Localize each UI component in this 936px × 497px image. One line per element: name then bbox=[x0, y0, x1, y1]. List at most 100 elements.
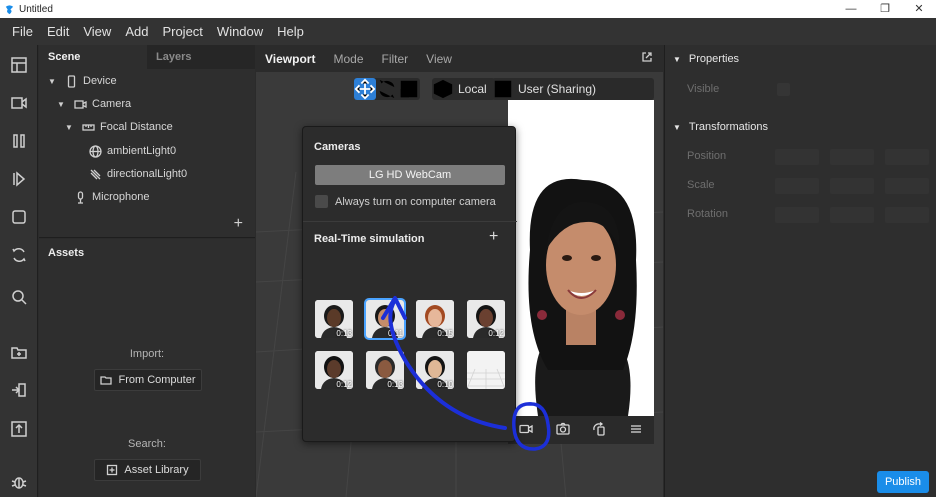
menu-view[interactable]: View bbox=[77, 24, 117, 39]
tree-label: Device bbox=[83, 75, 117, 87]
simulation-thumbnail[interactable]: 0:11 bbox=[364, 298, 406, 340]
menu-window[interactable]: Window bbox=[211, 24, 269, 39]
transform-value-field[interactable] bbox=[830, 178, 874, 194]
tree-label: Microphone bbox=[92, 191, 150, 203]
tab-viewport[interactable]: Viewport bbox=[256, 52, 324, 66]
transform-value-field[interactable] bbox=[830, 207, 874, 223]
tree-item-camera[interactable]: ▼ Camera bbox=[57, 93, 131, 115]
cameras-popup: Cameras LG HD WebCam Always turn on comp… bbox=[302, 126, 517, 442]
transformations-section-header[interactable]: ▼ Transformations bbox=[673, 121, 768, 133]
tree-item-device[interactable]: ▼ Device bbox=[48, 70, 117, 92]
simulation-thumbnail[interactable]: 0:15 bbox=[416, 300, 454, 338]
simulation-thumbnail[interactable]: 0:12 bbox=[467, 300, 505, 338]
caret-down-icon[interactable]: ▼ bbox=[65, 123, 75, 132]
focal-distance-icon bbox=[81, 120, 95, 134]
popout-icon[interactable] bbox=[641, 51, 653, 66]
empty-scene-thumbnail[interactable] bbox=[467, 351, 505, 389]
transform-value-field[interactable] bbox=[885, 149, 929, 165]
tree-item-microphone[interactable]: Microphone bbox=[73, 186, 149, 208]
app-logo-icon bbox=[5, 4, 14, 14]
always-on-checkbox[interactable]: Always turn on computer camera bbox=[315, 195, 496, 208]
menu-bar: File Edit View Add Project Window Help bbox=[0, 18, 936, 45]
caret-down-icon[interactable]: ▼ bbox=[57, 100, 67, 109]
visible-checkbox[interactable] bbox=[777, 83, 790, 96]
menu-add[interactable]: Add bbox=[119, 24, 154, 39]
publish-button[interactable]: Publish bbox=[877, 471, 929, 493]
transform-value-field[interactable] bbox=[775, 207, 819, 223]
transform-value-field[interactable] bbox=[775, 178, 819, 194]
sign-in-icon[interactable] bbox=[7, 378, 31, 402]
user-sharing-label: User (Sharing) bbox=[518, 82, 597, 96]
transform-value-field[interactable] bbox=[830, 149, 874, 165]
viewport-tabs: Viewport Mode Filter View bbox=[256, 45, 663, 72]
tab-scene[interactable]: Scene bbox=[39, 45, 147, 69]
move-tool-icon[interactable] bbox=[354, 78, 376, 100]
search-icon[interactable] bbox=[7, 285, 31, 309]
tab-layers[interactable]: Layers bbox=[147, 45, 255, 69]
add-simulation-button[interactable]: + bbox=[489, 228, 498, 246]
user-sharing-dropdown[interactable]: User (Sharing) bbox=[492, 78, 654, 102]
caret-down-icon[interactable]: ▼ bbox=[48, 77, 58, 86]
stop-icon[interactable] bbox=[7, 205, 31, 229]
tree-item-directional-light[interactable]: directionalLight0 bbox=[88, 163, 187, 185]
tab-view[interactable]: View bbox=[417, 52, 461, 66]
microphone-icon bbox=[73, 190, 87, 204]
from-computer-button[interactable]: From Computer bbox=[94, 369, 202, 391]
camera-device-button[interactable]: LG HD WebCam bbox=[315, 165, 505, 185]
local-toggle[interactable]: Local bbox=[432, 78, 495, 100]
rotate-tool-icon[interactable] bbox=[376, 78, 398, 100]
tree-label: Focal Distance bbox=[100, 121, 173, 133]
scale-label: Scale bbox=[687, 179, 715, 191]
screenshot-icon[interactable] bbox=[556, 422, 570, 439]
upload-icon[interactable] bbox=[7, 417, 31, 441]
transform-value-field[interactable] bbox=[775, 149, 819, 165]
import-icon[interactable] bbox=[7, 340, 31, 364]
menu-file[interactable]: File bbox=[6, 24, 39, 39]
scale-tool-icon[interactable] bbox=[398, 78, 420, 100]
simulation-thumbnail[interactable]: 0:13 bbox=[366, 351, 404, 389]
camera-toggle-icon[interactable] bbox=[519, 422, 533, 439]
tree-item-focal-distance[interactable]: ▼ Focal Distance bbox=[65, 116, 173, 138]
asset-library-label: Asset Library bbox=[124, 464, 189, 476]
layout-icon[interactable] bbox=[7, 53, 31, 77]
transform-value-field[interactable] bbox=[885, 178, 929, 194]
add-object-button[interactable]: + bbox=[234, 215, 243, 233]
transform-value-field[interactable] bbox=[885, 207, 929, 223]
rotate-device-icon[interactable] bbox=[592, 421, 606, 439]
local-label: Local bbox=[458, 82, 487, 96]
simulation-thumbnail[interactable]: 0:13 bbox=[315, 300, 353, 338]
video-icon[interactable] bbox=[7, 91, 31, 115]
menu-edit[interactable]: Edit bbox=[41, 24, 75, 39]
pause-icon[interactable] bbox=[7, 129, 31, 153]
maximize-button[interactable]: ❐ bbox=[868, 0, 902, 18]
person-video-frame bbox=[508, 100, 654, 416]
directional-light-icon bbox=[88, 167, 102, 181]
checkbox-box[interactable] bbox=[315, 195, 328, 208]
phone-icon bbox=[64, 74, 78, 88]
simulation-thumbnail[interactable]: 0:12 bbox=[315, 351, 353, 389]
minimize-button[interactable]: — bbox=[834, 0, 868, 18]
camera-icon bbox=[73, 97, 87, 111]
menu-project[interactable]: Project bbox=[156, 24, 208, 39]
menu-icon[interactable] bbox=[629, 422, 643, 439]
bug-icon[interactable] bbox=[7, 470, 31, 494]
tree-label: Camera bbox=[92, 98, 132, 110]
tree-item-ambient-light[interactable]: ambientLight0 bbox=[88, 140, 176, 162]
refresh-icon[interactable] bbox=[7, 243, 31, 267]
folder-icon bbox=[100, 376, 113, 385]
asset-library-button[interactable]: Asset Library bbox=[94, 459, 201, 481]
properties-section-header[interactable]: ▼ Properties bbox=[673, 53, 739, 65]
viewport-panel: Viewport Mode Filter View Local User (Sh… bbox=[256, 45, 663, 497]
simulation-thumbnail[interactable]: 0:10 bbox=[416, 351, 454, 389]
caret-down-icon: ▼ bbox=[673, 122, 681, 132]
assets-title: Assets bbox=[48, 247, 85, 259]
device-frame-icon bbox=[492, 78, 514, 100]
close-button[interactable]: ✕ bbox=[902, 0, 936, 18]
menu-help[interactable]: Help bbox=[271, 24, 310, 39]
step-forward-icon[interactable] bbox=[7, 167, 31, 191]
rotation-label: Rotation bbox=[687, 208, 728, 220]
thumbnail-duration: 0:13 bbox=[387, 380, 403, 389]
tab-mode[interactable]: Mode bbox=[324, 52, 372, 66]
divider bbox=[303, 221, 517, 222]
tab-filter[interactable]: Filter bbox=[373, 52, 418, 66]
